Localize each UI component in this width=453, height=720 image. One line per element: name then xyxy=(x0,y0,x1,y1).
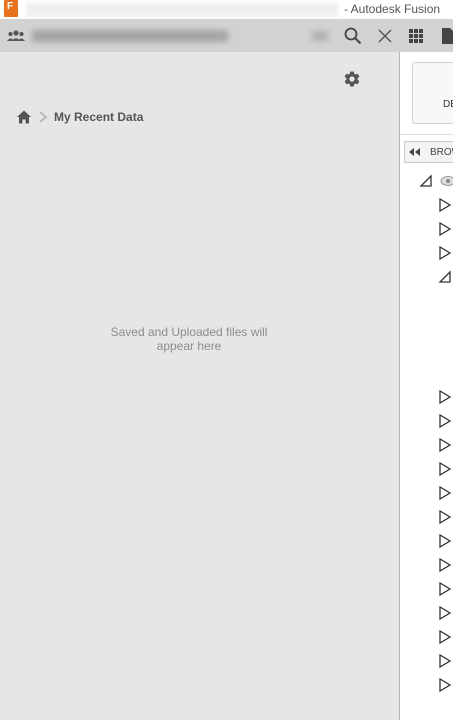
chevron-right-icon xyxy=(39,111,48,123)
tree-collapsed-icon[interactable] xyxy=(438,390,452,404)
collapse-left-icon[interactable] xyxy=(408,147,422,157)
grid-icon[interactable] xyxy=(406,26,426,46)
visibility-eye-icon[interactable] xyxy=(440,175,453,187)
tree-collapsed-icon[interactable] xyxy=(438,438,452,452)
tree-item-row[interactable] xyxy=(400,193,453,217)
tree-expanded-icon[interactable] xyxy=(438,270,452,284)
tree-collapsed-icon[interactable] xyxy=(438,510,452,524)
design-workspace-button[interactable]: DE xyxy=(412,62,453,124)
breadcrumb-current[interactable]: My Recent Data xyxy=(54,110,143,124)
tree-collapsed-icon[interactable] xyxy=(438,606,452,620)
tree-collapsed-icon[interactable] xyxy=(438,630,452,644)
data-panel-toolbar xyxy=(0,19,453,52)
close-icon[interactable] xyxy=(375,26,395,46)
tree-item-row[interactable] xyxy=(400,457,453,481)
tree-item-row[interactable] xyxy=(400,625,453,649)
search-icon[interactable] xyxy=(343,26,363,46)
browser-label: BROW xyxy=(430,147,453,158)
file-icon[interactable] xyxy=(439,26,453,46)
obscured-title-area xyxy=(26,3,338,17)
data-panel xyxy=(0,52,400,720)
tree-collapsed-icon[interactable] xyxy=(438,246,452,260)
window-title: - Autodesk Fusion xyxy=(344,2,441,16)
tree-item-row[interactable] xyxy=(400,673,453,697)
tree-collapsed-icon[interactable] xyxy=(438,558,452,572)
tree-item-row[interactable] xyxy=(400,649,453,673)
design-workspace-label: DE xyxy=(443,99,453,110)
obscured-project-name xyxy=(32,30,228,42)
home-icon[interactable] xyxy=(16,109,32,125)
tree-collapsed-icon[interactable] xyxy=(438,486,452,500)
tree-collapsed-icon[interactable] xyxy=(438,222,452,236)
tree-collapsed-icon[interactable] xyxy=(438,582,452,596)
tree-collapsed-icon[interactable] xyxy=(438,678,452,692)
gear-icon[interactable] xyxy=(343,70,361,88)
empty-message-line-1: Saved and Uploaded files will xyxy=(110,325,268,339)
tree-item-row[interactable] xyxy=(400,505,453,529)
browser-header[interactable]: BROW xyxy=(404,141,453,163)
tree-collapsed-icon[interactable] xyxy=(438,414,452,428)
empty-state-message: Saved and Uploaded files will appear her… xyxy=(100,325,278,353)
tree-item-row[interactable] xyxy=(400,481,453,505)
tree-collapsed-icon[interactable] xyxy=(438,534,452,548)
empty-message-line-2: appear here xyxy=(156,339,222,353)
tree-expanded-icon[interactable] xyxy=(419,174,433,188)
tree-item-row[interactable] xyxy=(400,409,453,433)
toolbar-separator xyxy=(400,134,453,135)
tree-item-row[interactable] xyxy=(400,553,453,577)
tree-item-row[interactable] xyxy=(400,601,453,625)
tree-item-row[interactable] xyxy=(400,217,453,241)
breadcrumb: My Recent Data xyxy=(16,109,143,125)
app-icon-letter: F xyxy=(7,1,14,12)
tree-collapsed-icon[interactable] xyxy=(438,462,452,476)
obscured-toolbar-item xyxy=(312,31,328,41)
tree-collapsed-icon[interactable] xyxy=(438,198,452,212)
team-icon[interactable] xyxy=(6,26,26,46)
fusion-app-icon: F xyxy=(4,0,18,17)
title-bar: F - Autodesk Fusion xyxy=(0,0,453,19)
tree-item-row[interactable] xyxy=(400,385,453,409)
tree-item-row[interactable] xyxy=(400,241,453,265)
tree-root-row[interactable] xyxy=(400,169,453,193)
tree-item-row[interactable] xyxy=(400,265,453,289)
tree-item-row[interactable] xyxy=(400,529,453,553)
tree-item-row[interactable] xyxy=(400,433,453,457)
tree-collapsed-icon[interactable] xyxy=(438,654,452,668)
design-workspace: DE BROW xyxy=(400,52,453,720)
tree-item-row[interactable] xyxy=(400,577,453,601)
